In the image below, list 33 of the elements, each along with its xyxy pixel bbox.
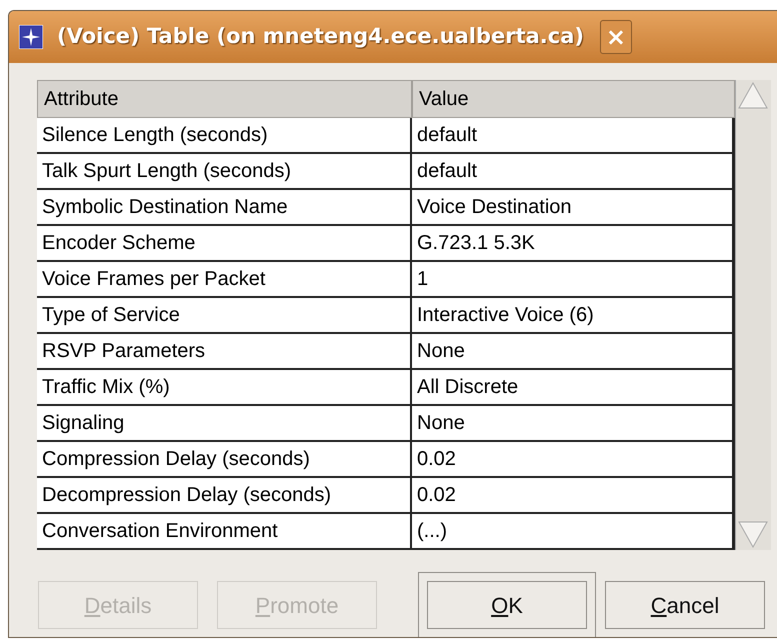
value-cell[interactable]: 0.02 <box>412 442 735 478</box>
attribute-cell: Decompression Delay (seconds) <box>37 478 412 514</box>
attribute-cell: Talk Spurt Length (seconds) <box>37 154 412 190</box>
attribute-cell: Signaling <box>37 406 412 442</box>
scroll-down-icon[interactable] <box>736 520 770 550</box>
attribute-cell: Silence Length (seconds) <box>37 118 412 154</box>
column-header[interactable]: Value <box>412 80 735 118</box>
value-cell[interactable]: All Discrete <box>412 370 735 406</box>
column-header[interactable]: Attribute <box>37 80 412 118</box>
scrollbar[interactable] <box>735 80 771 550</box>
dialog-button[interactable]: OK <box>427 581 587 629</box>
attribute-cell: Voice Frames per Packet <box>37 262 412 298</box>
value-cell[interactable]: 1 <box>412 262 735 298</box>
value-cell[interactable]: Interactive Voice (6) <box>412 298 735 334</box>
app-icon <box>19 25 43 49</box>
attribute-cell: Traffic Mix (%) <box>37 370 412 406</box>
attribute-cell: Conversation Environment <box>37 514 412 550</box>
value-cell[interactable]: Voice Destination <box>412 190 735 226</box>
attribute-cell: Type of Service <box>37 298 412 334</box>
attribute-cell: Encoder Scheme <box>37 226 412 262</box>
attribute-cell: Symbolic Destination Name <box>37 190 412 226</box>
window-title: (Voice) Table (on mneteng4.ece.ualberta.ca) <box>57 23 584 50</box>
value-cell[interactable]: default <box>412 154 735 190</box>
value-cell[interactable]: None <box>412 406 735 442</box>
dialog-button[interactable]: Cancel <box>605 581 765 629</box>
value-cell[interactable]: default <box>412 118 735 154</box>
attribute-cell: RSVP Parameters <box>37 334 412 370</box>
attribute-cell: Compression Delay (seconds) <box>37 442 412 478</box>
value-cell[interactable]: G.723.1 5.3K <box>412 226 735 262</box>
value-cell[interactable]: None <box>412 334 735 370</box>
value-cell[interactable]: (...) <box>412 514 735 550</box>
value-cell[interactable]: 0.02 <box>412 478 735 514</box>
scroll-up-icon[interactable] <box>736 80 770 110</box>
